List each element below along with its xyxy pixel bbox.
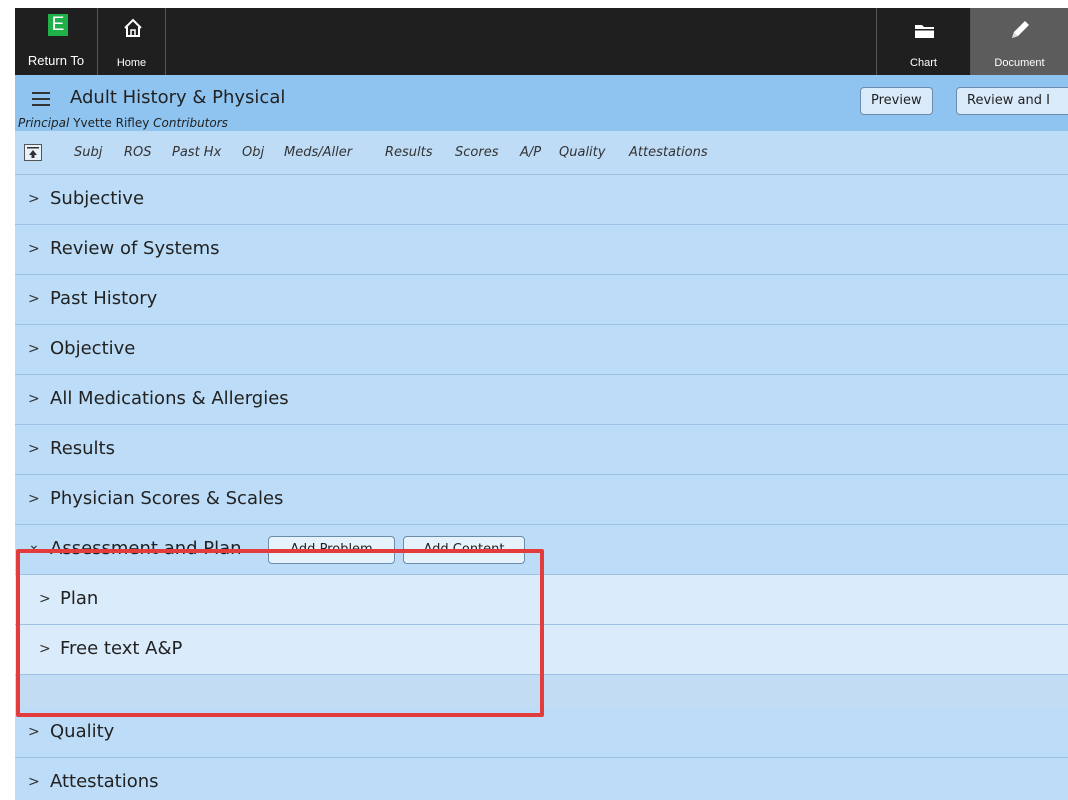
nav-link-ros[interactable]: ROS xyxy=(124,145,152,160)
section-label: Past History xyxy=(50,288,158,309)
section-label: Objective xyxy=(50,338,136,359)
home-icon xyxy=(124,18,142,37)
section-label: Attestations xyxy=(50,771,159,792)
nav-link-scores[interactable]: Scores xyxy=(455,145,498,160)
nav-link-results[interactable]: Results xyxy=(385,145,433,160)
home-button[interactable]: Home xyxy=(98,8,166,75)
chevron-right-icon: > xyxy=(28,391,40,407)
section-label: Results xyxy=(50,438,115,459)
nav-link-a-p[interactable]: A/P xyxy=(520,145,541,160)
chevron-right-icon: > xyxy=(28,724,40,740)
chevron-right-icon: > xyxy=(28,191,40,207)
preview-button[interactable]: Preview xyxy=(860,87,933,115)
hamburger-menu-icon[interactable] xyxy=(32,92,50,106)
section-physician-scores[interactable]: > Physician Scores & Scales xyxy=(15,475,1068,525)
page-title: Adult History & Physical xyxy=(70,87,286,108)
contributors-label: Contributors xyxy=(153,116,228,130)
section-review-of-systems[interactable]: > Review of Systems xyxy=(15,225,1068,275)
section-medications-allergies[interactable]: > All Medications & Allergies xyxy=(15,375,1068,425)
highlight-annotation-box xyxy=(16,549,544,717)
section-subjective[interactable]: > Subjective xyxy=(15,175,1068,225)
chevron-right-icon: > xyxy=(28,441,40,457)
home-label: Home xyxy=(116,57,147,69)
section-attestations[interactable]: > Attestations xyxy=(15,758,1068,800)
return-to-label: Return To xyxy=(27,53,85,68)
nav-link-quality[interactable]: Quality xyxy=(559,145,605,160)
document-button[interactable]: Document xyxy=(971,8,1068,75)
section-results[interactable]: > Results xyxy=(15,425,1068,475)
nav-link-obj[interactable]: Obj xyxy=(242,145,264,160)
collapse-all-icon[interactable] xyxy=(24,144,42,161)
folder-icon xyxy=(915,25,935,38)
chevron-right-icon: > xyxy=(28,774,40,790)
principal-info: Principal Yvette Rifley Contributors xyxy=(18,116,228,130)
chart-button[interactable]: Chart xyxy=(876,8,971,75)
chevron-right-icon: > xyxy=(28,291,40,307)
review-and-sign-button[interactable]: Review and I xyxy=(956,87,1068,115)
section-nav: Subj ROS Past Hx Obj Meds/Aller Results … xyxy=(15,131,1068,175)
e-logo-icon: E xyxy=(48,14,68,36)
return-to-button[interactable]: E Return To xyxy=(15,8,98,75)
chevron-right-icon: > xyxy=(28,241,40,257)
section-label: Physician Scores & Scales xyxy=(50,488,284,509)
section-label: Review of Systems xyxy=(50,238,220,259)
nav-link-past-hx[interactable]: Past Hx xyxy=(172,145,221,160)
section-label: All Medications & Allergies xyxy=(50,388,289,409)
document-header: Adult History & Physical Principal Yvett… xyxy=(15,75,1068,131)
principal-name: Yvette Rifley xyxy=(73,116,150,130)
nav-link-meds-aller[interactable]: Meds/Aller xyxy=(284,145,352,160)
chevron-right-icon: > xyxy=(28,341,40,357)
section-objective[interactable]: > Objective xyxy=(15,325,1068,375)
section-past-history[interactable]: > Past History xyxy=(15,275,1068,325)
section-label: Quality xyxy=(50,721,115,742)
chart-label: Chart xyxy=(910,57,937,69)
top-toolbar: E Return To Home Chart Document xyxy=(15,8,1068,75)
document-label: Document xyxy=(994,57,1045,69)
nav-link-attestations[interactable]: Attestations xyxy=(629,145,708,160)
nav-link-subj[interactable]: Subj xyxy=(74,145,102,160)
chevron-right-icon: > xyxy=(28,491,40,507)
app-window: E Return To Home Chart Document Adult Hi… xyxy=(15,8,1068,800)
section-label: Subjective xyxy=(50,188,145,209)
principal-label: Principal xyxy=(18,116,70,130)
pencil-icon xyxy=(1012,21,1029,38)
